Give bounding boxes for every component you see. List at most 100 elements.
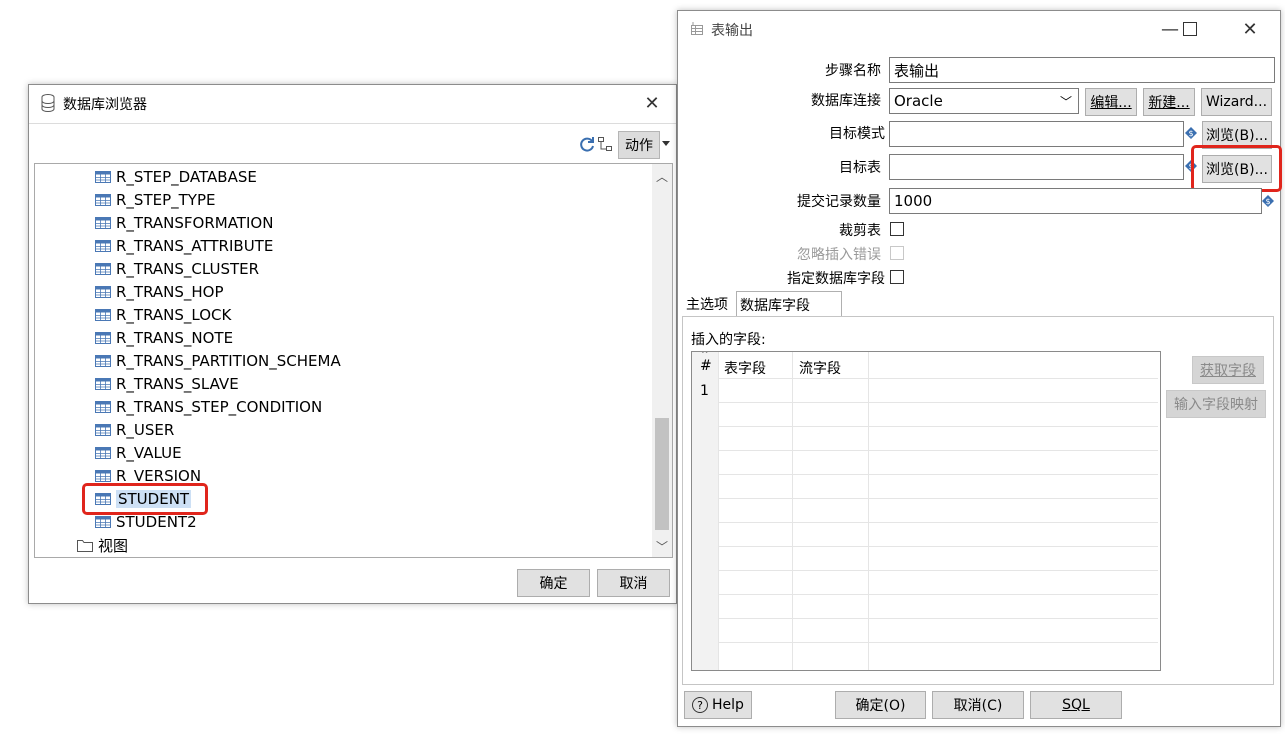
selection-highlight-box xyxy=(82,483,208,515)
new-button[interactable]: 新建... xyxy=(1143,88,1195,116)
grid-row-line xyxy=(718,642,1158,643)
new-label: 新建... xyxy=(1148,95,1190,111)
wizard-button[interactable]: Wizard... xyxy=(1201,88,1272,116)
cancel-button[interactable]: 取消(C) xyxy=(932,691,1024,719)
hierarchy-icon[interactable] xyxy=(598,137,612,155)
browse-highlight-box xyxy=(1191,145,1282,192)
fields-grid: ^ # 表字段 流字段 1 xyxy=(691,351,1161,671)
ok-button[interactable]: 确定(O) xyxy=(835,691,926,719)
tree-item-table[interactable]: R_VALUE xyxy=(95,442,182,464)
edit-button[interactable]: 编辑... xyxy=(1085,88,1137,116)
scroll-down-icon[interactable]: ﹀ xyxy=(656,538,668,555)
dropdown-arrow-icon[interactable] xyxy=(662,141,670,146)
maximize-icon[interactable] xyxy=(1170,15,1210,43)
sql-label: SQL xyxy=(1062,697,1090,713)
table-icon xyxy=(95,516,111,528)
tree-item-table[interactable]: R_TRANS_HOP xyxy=(95,281,224,303)
tree-item-label: R_TRANS_SLAVE xyxy=(116,375,239,393)
edit-label: 编辑... xyxy=(1090,95,1132,111)
action-button[interactable]: 动作 xyxy=(618,131,660,159)
scroll-up-icon[interactable]: ︿ xyxy=(656,168,668,185)
specify-fields-checkbox[interactable] xyxy=(890,270,904,284)
table-output-titlebar: 表输出 — ✕ xyxy=(678,11,1280,47)
table-icon xyxy=(95,309,111,321)
ok-label: 确定(O) xyxy=(855,698,906,714)
svg-text:$: $ xyxy=(1188,129,1193,138)
target-table-label: 目标表 xyxy=(839,160,881,176)
scrollbar-thumb[interactable] xyxy=(655,418,669,530)
grid-divider xyxy=(792,352,793,670)
commit-size-value: 1000 xyxy=(894,192,933,210)
target-table-input[interactable] xyxy=(889,154,1184,180)
tree-item-label: R_TRANS_NOTE xyxy=(116,329,234,347)
step-name-input[interactable]: 表输出 xyxy=(889,57,1275,83)
tree-item-label: R_TRANS_CLUSTER xyxy=(116,260,260,278)
tree-item-table[interactable]: R_TRANSFORMATION xyxy=(95,212,273,234)
column-header-stream-field[interactable]: 流字段 xyxy=(799,358,841,378)
connection-label: 数据库连接 xyxy=(811,93,881,109)
step-name-label: 步骤名称 xyxy=(825,63,881,79)
chevron-down-icon: ﹀ xyxy=(1059,95,1072,109)
help-button[interactable]: ? Help xyxy=(684,691,752,719)
ok-label: 确定 xyxy=(539,576,568,592)
tree-item-table[interactable]: R_STEP_TYPE xyxy=(95,189,215,211)
tree-item-label: R_TRANS_PARTITION_SCHEMA xyxy=(116,352,341,370)
grid-row-line xyxy=(718,522,1158,523)
input-mapping-button: 输入字段映射 xyxy=(1166,390,1266,418)
tree-item-table[interactable]: R_TRANS_ATTRIBUTE xyxy=(95,235,273,257)
tab-database-fields-label: 数据库字段 xyxy=(740,298,810,314)
scrollbar[interactable]: ︿ ﹀ xyxy=(652,164,672,557)
tree-item-label: STUDENT2 xyxy=(116,513,197,531)
column-header-table-field[interactable]: 表字段 xyxy=(724,358,766,378)
variable-icon[interactable]: $ xyxy=(1185,127,1197,139)
truncate-checkbox[interactable] xyxy=(890,222,904,236)
tree-item-table[interactable]: R_USER xyxy=(95,419,174,441)
tree-item-label: R_USER xyxy=(116,421,175,439)
tree-item-table[interactable]: R_TRANS_NOTE xyxy=(95,327,233,349)
folder-icon xyxy=(77,539,93,552)
tab-main-options[interactable]: 主选项 xyxy=(684,294,730,316)
svg-text:$: $ xyxy=(1265,197,1270,206)
refresh-icon[interactable] xyxy=(578,135,596,157)
row-number: 1 xyxy=(700,383,709,399)
grid-divider xyxy=(868,352,869,670)
commit-size-input[interactable]: 1000 xyxy=(889,188,1262,214)
db-cancel-button[interactable]: 取消 xyxy=(597,569,670,597)
close-icon[interactable]: ✕ xyxy=(632,89,672,117)
views-label: 视图 xyxy=(98,536,129,555)
connection-select[interactable]: Oracle ﹀ xyxy=(889,88,1079,114)
browse-schema-label: 浏览(B)... xyxy=(1206,128,1268,144)
views-folder[interactable]: 视图 xyxy=(77,534,128,556)
variable-icon[interactable]: $ xyxy=(1262,195,1274,207)
tree-item-table[interactable]: R_TRANS_LOCK xyxy=(95,304,231,326)
sql-button[interactable]: SQL xyxy=(1030,691,1122,719)
input-mapping-label: 输入字段映射 xyxy=(1174,397,1258,413)
tree-item-label: R_TRANS_ATTRIBUTE xyxy=(116,237,274,255)
db-ok-button[interactable]: 确定 xyxy=(517,569,590,597)
title-divider xyxy=(29,123,676,124)
table-output-window: 表输出 — ✕ 步骤名称 表输出 数据库连接 Oracle ﹀ 编辑... 新建… xyxy=(677,10,1282,727)
table-icon xyxy=(95,355,111,367)
ignore-errors-label: 忽略插入错误 xyxy=(797,247,881,263)
tree-item-label: R_VALUE xyxy=(116,444,182,462)
table-icon xyxy=(95,263,111,275)
grid-row-line xyxy=(718,594,1158,595)
tree-item-label: R_TRANS_LOCK xyxy=(116,306,232,324)
get-fields-label: 获取字段 xyxy=(1200,363,1256,379)
action-label: 动作 xyxy=(625,138,653,154)
tree-item-table[interactable]: R_TRANS_PARTITION_SCHEMA xyxy=(95,350,341,372)
close-icon[interactable]: ✕ xyxy=(1230,15,1270,43)
table-icon xyxy=(95,217,111,229)
tree-item-table[interactable]: R_TRANS_SLAVE xyxy=(95,373,239,395)
grid-row-line xyxy=(718,474,1158,475)
insert-fields-label: 插入的字段: xyxy=(691,332,766,348)
tab-main-options-label: 主选项 xyxy=(686,297,728,313)
tree-item-table[interactable]: R_TRANS_CLUSTER xyxy=(95,258,259,280)
table-icon xyxy=(95,378,111,390)
tree-item-table[interactable]: R_TRANS_STEP_CONDITION xyxy=(95,396,322,418)
tab-database-fields[interactable]: 数据库字段 xyxy=(736,291,842,317)
table-output-title: 表输出 xyxy=(711,23,753,39)
schema-input[interactable] xyxy=(889,121,1184,147)
tree-item-table[interactable]: R_STEP_DATABASE xyxy=(95,166,257,188)
db-browser-titlebar: 数据库浏览器 ✕ xyxy=(29,85,676,121)
